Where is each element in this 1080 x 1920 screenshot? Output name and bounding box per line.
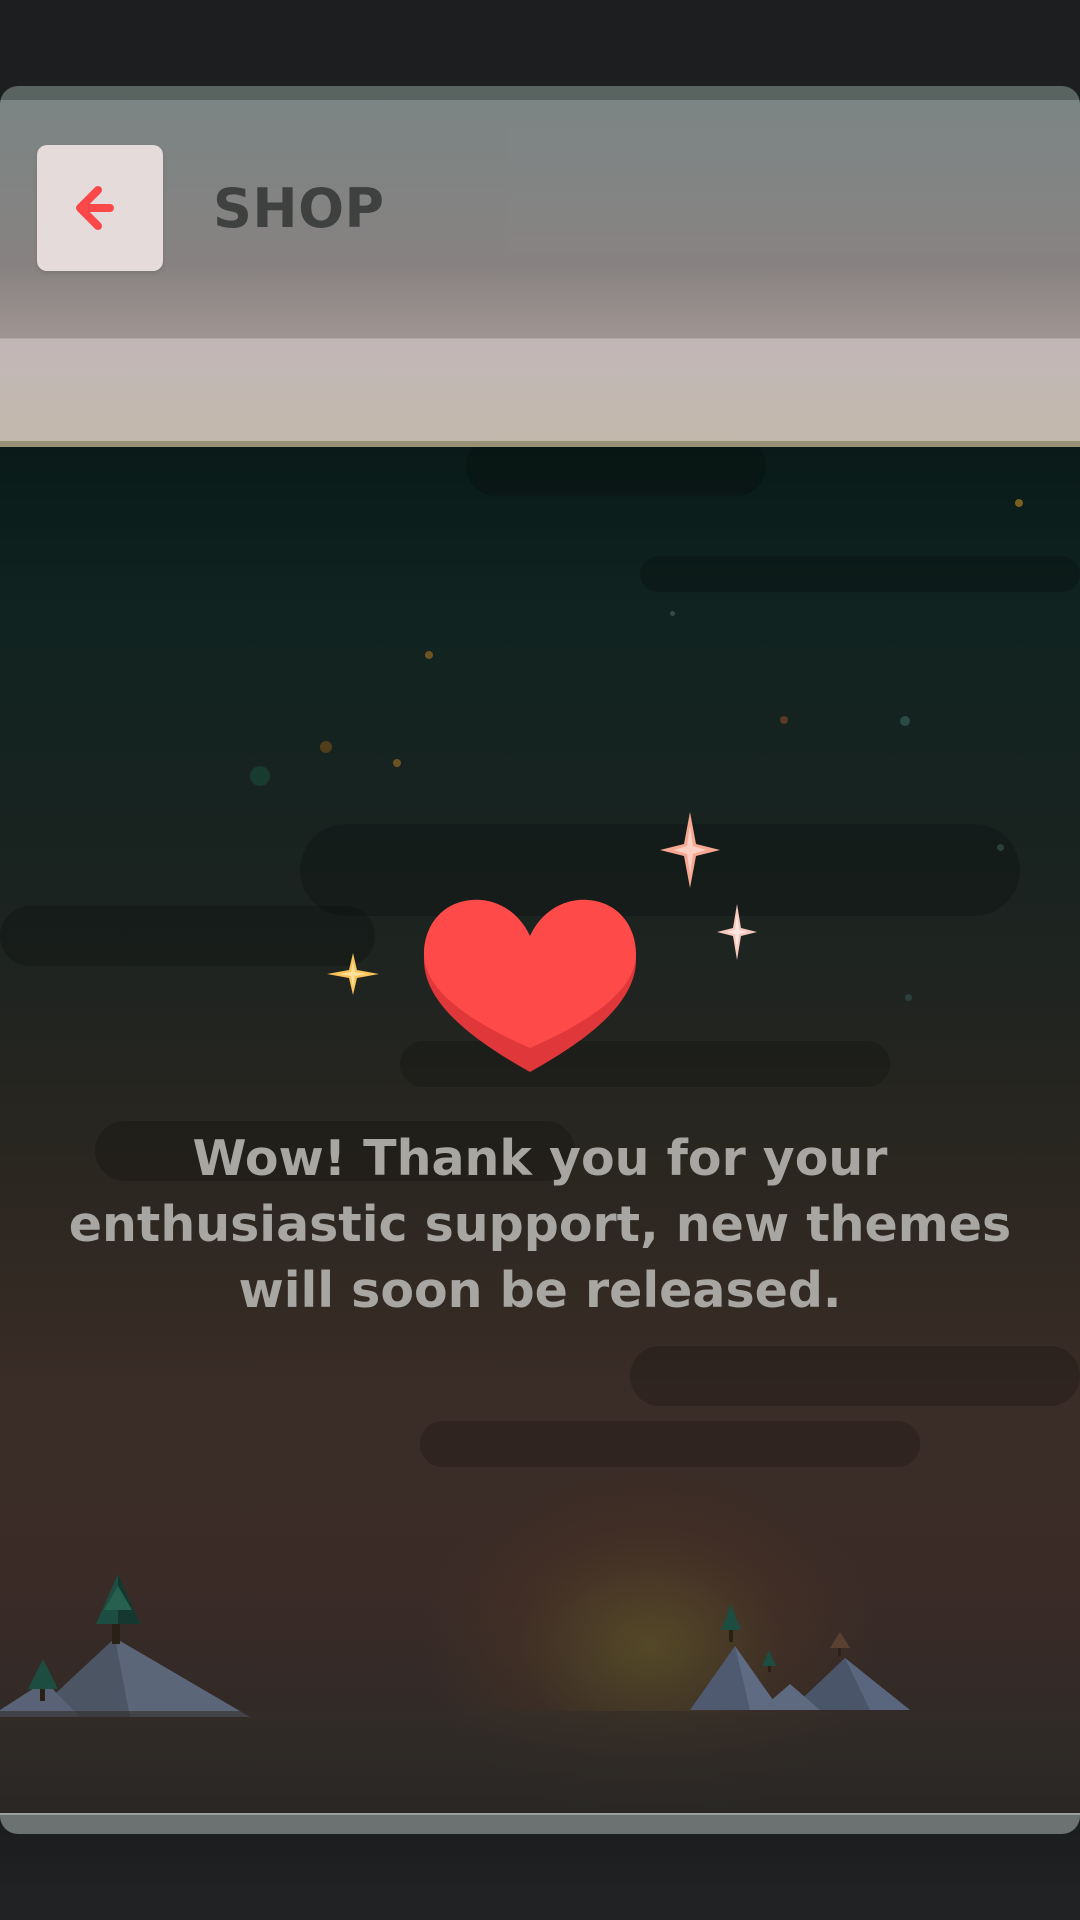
sparkle-icon	[327, 953, 379, 995]
bottom-strip	[0, 1813, 1080, 1834]
mountains-right	[690, 1604, 910, 1710]
header-band	[0, 338, 1080, 447]
app-screen: SHOP Wow! Thank you for your enthusiasti…	[0, 0, 1080, 1920]
app-window: SHOP Wow! Thank you for your enthusiasti…	[0, 86, 1080, 1834]
arrow-left-icon	[76, 186, 114, 230]
back-button[interactable]	[37, 145, 163, 271]
cloud	[420, 1421, 920, 1467]
star	[780, 716, 788, 724]
sparkle-icon	[660, 812, 720, 888]
thank-you-message: Wow! Thank you for your enthusiastic sup…	[68, 1130, 1012, 1319]
star	[250, 766, 270, 786]
star	[670, 611, 675, 616]
cloud	[630, 1346, 1080, 1406]
sparkle-icon	[717, 904, 757, 960]
header-top-strip	[0, 86, 1080, 100]
heart-icon	[424, 899, 636, 1072]
cloud	[640, 556, 1080, 592]
star	[900, 716, 910, 726]
star	[393, 759, 401, 767]
star	[1015, 499, 1023, 507]
cloud	[0, 906, 375, 966]
star	[320, 741, 332, 753]
header: SHOP	[0, 86, 1080, 447]
star	[425, 651, 433, 659]
star	[905, 994, 912, 1001]
page-title: SHOP	[213, 177, 385, 240]
star	[997, 844, 1004, 851]
